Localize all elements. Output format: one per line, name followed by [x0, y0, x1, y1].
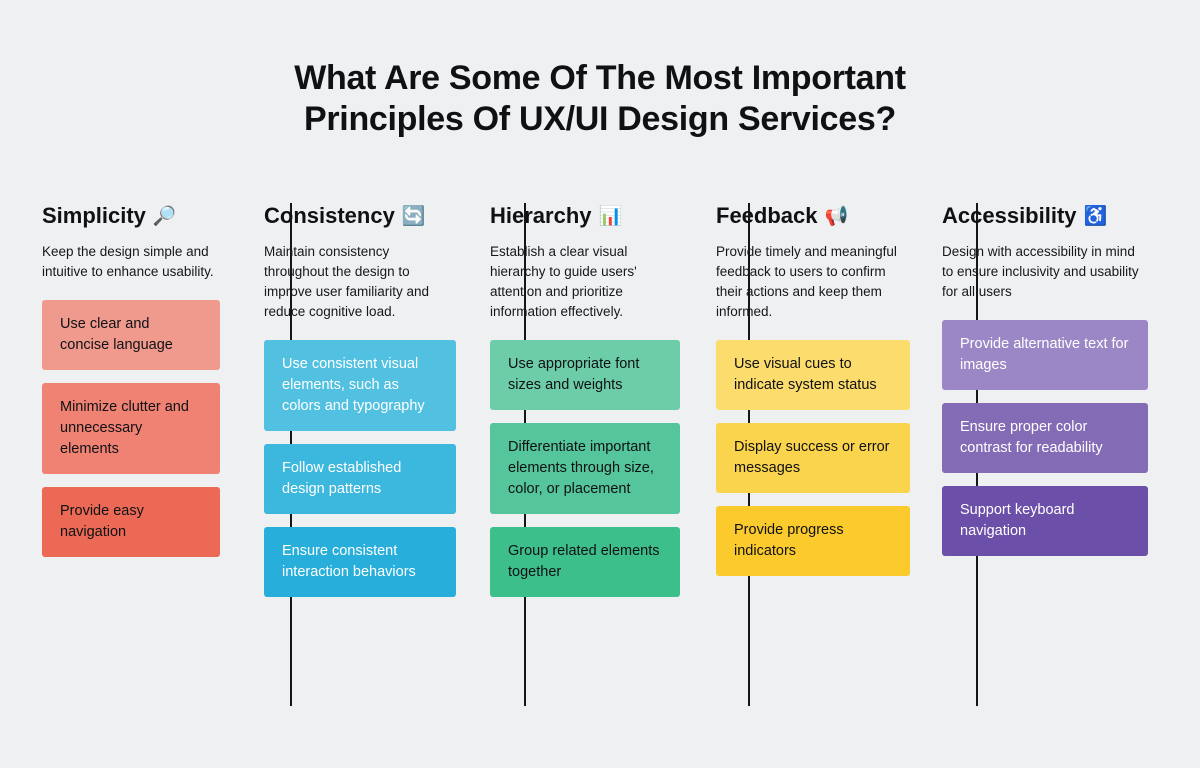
- principle-card-label: Use visual cues to indicate system statu…: [734, 356, 877, 393]
- principle-card[interactable]: Group related elements together: [490, 527, 680, 597]
- principle-card-list: Use clear and concise language Minimize …: [42, 300, 220, 557]
- principle-card-list: Use appropriate font sizes and weights D…: [490, 340, 680, 597]
- principle-heading-consistency: Consistency 🔄: [264, 203, 456, 229]
- principle-column-simplicity: Simplicity 🔎 Keep the design simple and …: [42, 203, 238, 557]
- accessibility-wheelchair-icon: ♿: [1083, 205, 1108, 227]
- principle-card-label: Group related elements together: [508, 543, 660, 580]
- principle-column-feedback: Feedback 📢 Provide timely and meaningful…: [696, 203, 922, 576]
- principle-card-label: Ensure consistent interaction behaviors: [282, 543, 416, 580]
- principle-heading-accessibility: Accessibility ♿: [942, 203, 1148, 229]
- principle-card-label: Use appropriate font sizes and weights: [508, 356, 640, 393]
- principle-description: Maintain consistency throughout the desi…: [264, 244, 430, 319]
- principle-card[interactable]: Ensure proper color contrast for readabi…: [942, 403, 1148, 473]
- principle-card-label: Provide alternative text for images: [960, 336, 1129, 373]
- principle-card-label: Use consistent visual elements, such as …: [282, 356, 425, 414]
- principle-heading-label: Consistency: [264, 203, 395, 228]
- principle-card[interactable]: Use consistent visual elements, such as …: [264, 340, 456, 431]
- principle-card[interactable]: Display success or error messages: [716, 423, 910, 493]
- principle-heading-label: Simplicity: [42, 203, 146, 228]
- principle-card[interactable]: Support keyboard navigation: [942, 486, 1148, 556]
- principle-card-label: Minimize clutter and unnecessary element…: [60, 399, 189, 457]
- principle-heading-hierarchy: Hierarchy 📊: [490, 203, 680, 229]
- infographic-page: What Are Some Of The Most Important Prin…: [0, 0, 1200, 768]
- principle-card-label: Ensure proper color contrast for readabi…: [960, 419, 1103, 456]
- principle-card-label: Follow established design patterns: [282, 460, 402, 497]
- principle-card-list: Use visual cues to indicate system statu…: [716, 340, 910, 576]
- principle-card[interactable]: Use clear and concise language: [42, 300, 220, 370]
- principle-heading-feedback: Feedback 📢: [716, 203, 910, 229]
- principle-card-list: Provide alternative text for images Ensu…: [942, 320, 1148, 556]
- principle-card-label: Differentiate important elements through…: [508, 439, 654, 497]
- page-title-line-2: Principles Of UX/UI Design Services?: [304, 100, 896, 138]
- principle-heading-simplicity: Simplicity 🔎: [42, 203, 220, 229]
- principle-description: Design with accessibility in mind to ens…: [942, 244, 1139, 299]
- principle-column-consistency: Consistency 🔄 Maintain consistency throu…: [238, 203, 472, 597]
- principle-card[interactable]: Use visual cues to indicate system statu…: [716, 340, 910, 410]
- page-title: What Are Some Of The Most Important Prin…: [0, 58, 1200, 140]
- principle-card[interactable]: Ensure consistent interaction behaviors: [264, 527, 456, 597]
- principle-card-label: Display success or error messages: [734, 439, 890, 476]
- principle-card-label: Provide progress indicators: [734, 522, 844, 559]
- principle-column-hierarchy: Hierarchy 📊 Establish a clear visual hie…: [472, 203, 696, 597]
- principle-card[interactable]: Provide easy navigation: [42, 487, 220, 557]
- principle-heading-label: Accessibility: [942, 203, 1077, 228]
- principle-card-label: Use clear and concise language: [60, 316, 173, 353]
- principles-columns: Simplicity 🔎 Keep the design simple and …: [42, 203, 1160, 706]
- principle-card[interactable]: Provide progress indicators: [716, 506, 910, 576]
- principle-heading-label: Hierarchy: [490, 203, 592, 228]
- principle-description: Provide timely and meaningful feedback t…: [716, 244, 897, 319]
- principle-card[interactable]: Differentiate important elements through…: [490, 423, 680, 514]
- principle-column-accessibility: Accessibility ♿ Design with accessibilit…: [922, 203, 1160, 556]
- magnifying-glass-icon: 🔎: [152, 205, 177, 227]
- principle-card[interactable]: Follow established design patterns: [264, 444, 456, 514]
- principle-card-label: Support keyboard navigation: [960, 502, 1075, 539]
- principle-card[interactable]: Use appropriate font sizes and weights: [490, 340, 680, 410]
- principle-description: Establish a clear visual hierarchy to gu…: [490, 244, 637, 319]
- principle-card[interactable]: Provide alternative text for images: [942, 320, 1148, 390]
- principle-card-list: Use consistent visual elements, such as …: [264, 340, 456, 597]
- refresh-sync-icon: 🔄: [401, 205, 426, 227]
- principle-heading-label: Feedback: [716, 203, 818, 228]
- principle-description: Keep the design simple and intuitive to …: [42, 244, 214, 279]
- megaphone-icon: 📢: [824, 205, 849, 227]
- principle-card[interactable]: Minimize clutter and unnecessary element…: [42, 383, 220, 474]
- principle-card-label: Provide easy navigation: [60, 503, 144, 540]
- page-title-line-1: What Are Some Of The Most Important: [294, 59, 906, 97]
- bar-chart-icon: 📊: [598, 205, 623, 227]
